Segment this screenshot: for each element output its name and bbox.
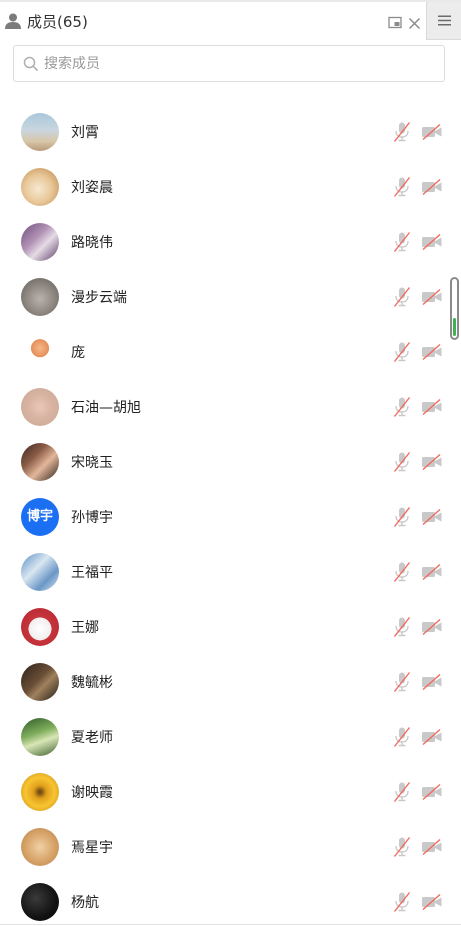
popout-window-icon[interactable] — [388, 15, 402, 29]
camera-off-icon[interactable] — [421, 343, 443, 361]
search-box[interactable] — [13, 45, 445, 82]
member-name: 刘霄 — [71, 125, 99, 141]
camera-off-icon[interactable] — [421, 288, 443, 306]
avatar — [21, 663, 59, 701]
camera-off-icon[interactable] — [421, 783, 443, 801]
mic-muted-icon[interactable] — [392, 286, 412, 308]
camera-off-icon[interactable] — [421, 233, 443, 251]
avatar — [21, 828, 59, 866]
mic-muted-icon[interactable] — [392, 176, 412, 198]
camera-off-icon[interactable] — [421, 618, 443, 636]
camera-off-icon[interactable] — [421, 728, 443, 746]
member-row[interactable]: 石油—胡旭 — [0, 380, 461, 435]
camera-off-icon[interactable] — [421, 178, 443, 196]
mic-muted-icon[interactable] — [392, 726, 412, 748]
avatar — [21, 388, 59, 426]
member-name: 魏毓彬 — [71, 675, 113, 691]
members-panel: 成员(65) 刘霄刘姿晨路 — [0, 0, 461, 927]
panel-title: 成员(65) — [27, 13, 88, 31]
member-list: 刘霄刘姿晨路晓伟漫步云端庞石油—胡旭宋晓玉博宇 孙博宇王福平王娜魏毓彬夏老师谢映霞… — [0, 105, 461, 927]
avatar — [21, 168, 59, 206]
avatar-initials: 博宇 — [26, 509, 53, 524]
camera-off-icon[interactable] — [421, 508, 443, 526]
close-icon[interactable] — [408, 15, 421, 30]
member-row[interactable]: 路晓伟 — [0, 215, 461, 270]
member-name: 焉星宇 — [71, 840, 113, 856]
avatar — [21, 553, 59, 591]
avatar — [21, 443, 59, 481]
member-name: 庞 — [71, 345, 85, 361]
camera-off-icon[interactable] — [421, 563, 443, 581]
member-name: 王福平 — [71, 565, 113, 581]
member-name: 石油—胡旭 — [71, 400, 141, 416]
member-row[interactable]: 夏老师 — [0, 710, 461, 765]
member-row[interactable]: 刘姿晨 — [0, 160, 461, 215]
person-icon — [4, 12, 22, 30]
search-input[interactable] — [44, 52, 434, 75]
camera-off-icon[interactable] — [421, 453, 443, 471]
member-row[interactable]: 王福平 — [0, 545, 461, 600]
camera-off-icon[interactable] — [421, 893, 443, 911]
avatar — [21, 608, 59, 646]
avatar — [21, 278, 59, 316]
mic-muted-icon[interactable] — [392, 121, 412, 143]
member-row[interactable]: 魏毓彬 — [0, 655, 461, 710]
avatar — [21, 718, 59, 756]
mic-muted-icon[interactable] — [392, 396, 412, 418]
panel-header: 成员(65) — [0, 2, 461, 40]
scrollbar-thumb[interactable] — [453, 318, 456, 336]
scrollbar[interactable] — [450, 277, 459, 340]
mic-muted-icon[interactable] — [392, 341, 412, 363]
mic-muted-icon[interactable] — [392, 671, 412, 693]
avatar — [21, 113, 59, 151]
search-icon — [23, 56, 39, 72]
member-name: 谢映霞 — [71, 785, 113, 801]
mic-muted-icon[interactable] — [392, 451, 412, 473]
mic-muted-icon[interactable] — [392, 506, 412, 528]
member-name: 孙博宇 — [71, 510, 113, 526]
member-row[interactable]: 谢映霞 — [0, 765, 461, 820]
mic-muted-icon[interactable] — [392, 781, 412, 803]
avatar — [21, 223, 59, 261]
member-name: 夏老师 — [71, 730, 113, 746]
bottom-divider — [0, 924, 461, 925]
avatar — [21, 773, 59, 811]
camera-off-icon[interactable] — [421, 673, 443, 691]
camera-off-icon[interactable] — [421, 123, 443, 141]
member-row[interactable]: 杨航 — [0, 875, 461, 927]
member-row[interactable]: 刘霄 — [0, 105, 461, 160]
member-row[interactable]: 宋晓玉 — [0, 435, 461, 490]
hamburger-icon — [438, 15, 451, 26]
mic-muted-icon[interactable] — [392, 836, 412, 858]
member-row[interactable]: 漫步云端 — [0, 270, 461, 325]
menu-button[interactable] — [426, 2, 461, 40]
avatar — [21, 333, 59, 371]
member-name: 宋晓玉 — [71, 455, 113, 471]
camera-off-icon[interactable] — [421, 838, 443, 856]
member-name: 漫步云端 — [71, 290, 127, 306]
member-row[interactable]: 焉星宇 — [0, 820, 461, 875]
member-row[interactable]: 庞 — [0, 325, 461, 380]
camera-off-icon[interactable] — [421, 398, 443, 416]
member-name: 王娜 — [71, 620, 99, 636]
member-row[interactable]: 博宇 孙博宇 — [0, 490, 461, 545]
mic-muted-icon[interactable] — [392, 891, 412, 913]
member-name: 刘姿晨 — [71, 180, 113, 196]
member-name: 杨航 — [71, 895, 99, 911]
avatar — [21, 883, 59, 921]
member-row[interactable]: 王娜 — [0, 600, 461, 655]
avatar: 博宇 — [21, 498, 59, 536]
mic-muted-icon[interactable] — [392, 561, 412, 583]
mic-muted-icon[interactable] — [392, 231, 412, 253]
mic-muted-icon[interactable] — [392, 616, 412, 638]
member-name: 路晓伟 — [71, 235, 113, 251]
